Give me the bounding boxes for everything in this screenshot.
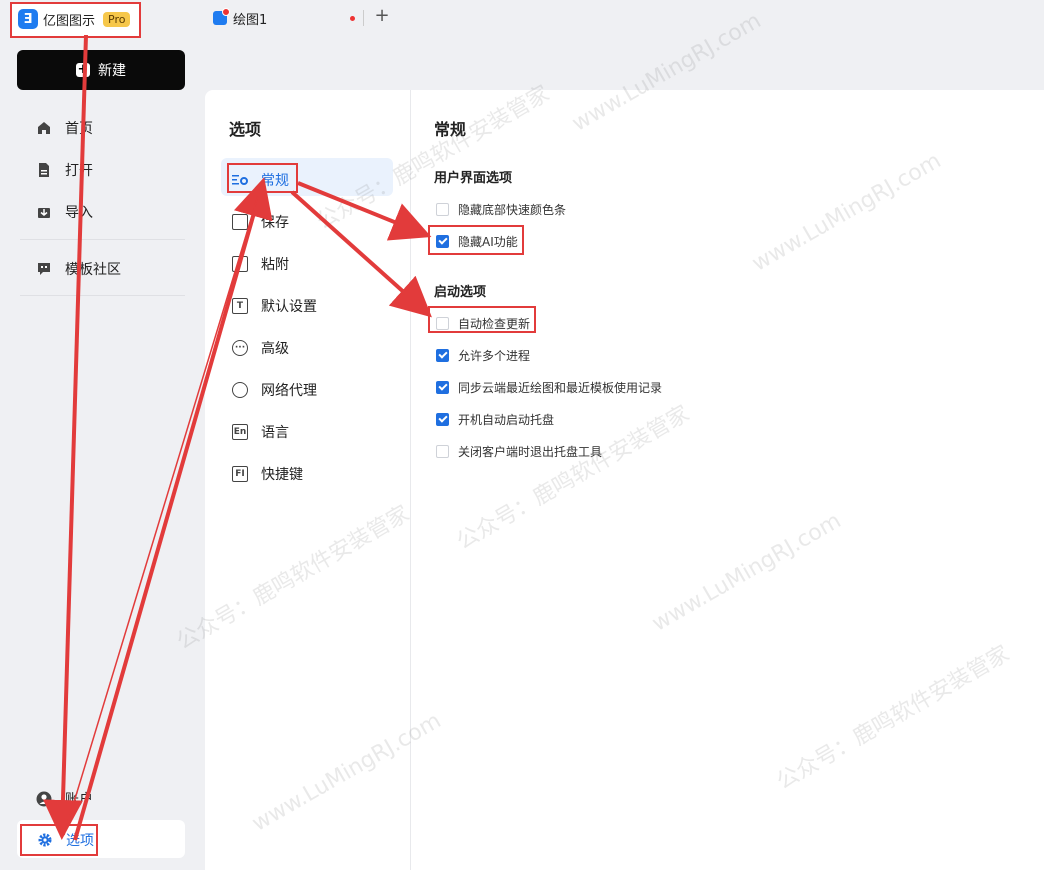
app-home-tab[interactable]: Ǝ 亿图图示 Pro: [10, 2, 140, 36]
category-label: 快捷键: [261, 467, 303, 483]
option-cloud-sync[interactable]: 同步云端最近绘图和最近模板使用记录: [436, 379, 662, 396]
category-advanced[interactable]: ··· 高级: [232, 338, 289, 358]
app-name: 亿图图示: [43, 13, 96, 29]
import-icon: [36, 204, 52, 220]
sidebar-item-import[interactable]: 导入: [36, 202, 93, 222]
community-icon: [36, 261, 52, 277]
new-button-label: 新建: [98, 63, 126, 79]
category-save[interactable]: 保存: [232, 212, 289, 232]
option-hide-color-bar[interactable]: 隐藏底部快速颜色条: [436, 201, 566, 218]
option-label: 隐藏AI功能: [458, 235, 518, 249]
category-network-proxy[interactable]: 网络代理: [232, 380, 317, 400]
option-label: 同步云端最近绘图和最近模板使用记录: [458, 381, 663, 395]
sidebar-item-label: 模板社区: [65, 262, 121, 278]
checkbox-unchecked[interactable]: [436, 317, 449, 330]
language-icon: En: [232, 424, 248, 440]
checkbox-checked[interactable]: [436, 349, 449, 362]
sidebar-item-options[interactable]: 选项: [17, 820, 185, 858]
sidebar-item-community[interactable]: 模板社区: [36, 259, 121, 279]
category-label: 网络代理: [261, 383, 317, 399]
checkbox-unchecked[interactable]: [436, 203, 449, 216]
option-label: 隐藏底部快速颜色条: [458, 203, 567, 217]
option-multi-process[interactable]: 允许多个进程: [436, 347, 530, 364]
option-label: 开机自动启动托盘: [458, 413, 555, 427]
category-label: 粘附: [261, 257, 289, 273]
option-autostart-tray[interactable]: 开机自动启动托盘: [436, 411, 554, 428]
option-exit-tray[interactable]: 关闭客户端时退出托盘工具: [436, 443, 602, 460]
category-label: 高级: [261, 341, 289, 357]
sidebar-item-open[interactable]: 打开: [36, 160, 93, 180]
section-title: 常规: [434, 120, 467, 139]
snap-icon: [232, 256, 248, 272]
sidebar-item-account[interactable]: 账户: [36, 789, 93, 809]
category-snap[interactable]: 粘附: [232, 254, 289, 274]
category-label: 保存: [261, 215, 289, 231]
document-tab-label: 绘图1: [233, 12, 268, 28]
sidebar-item-label: 首页: [65, 121, 93, 137]
avatar-icon: [36, 791, 52, 807]
app-logo-icon: Ǝ: [18, 9, 38, 29]
group-title-startup: 启动选项: [434, 285, 487, 300]
file-icon: [36, 162, 52, 178]
option-hide-ai[interactable]: 隐藏AI功能: [436, 233, 518, 250]
more-icon: ···: [232, 340, 248, 356]
general-icon: [232, 172, 248, 188]
sidebar-divider: [20, 295, 185, 296]
panel-divider: [410, 90, 411, 870]
options-title: 选项: [229, 120, 262, 139]
shortcut-icon: FI: [232, 466, 248, 482]
document-icon: [213, 8, 230, 25]
add-tab-button[interactable]: +: [370, 5, 394, 26]
checkbox-unchecked[interactable]: [436, 445, 449, 458]
sidebar-divider: [20, 239, 185, 240]
plus-icon: +: [76, 62, 90, 77]
save-icon: [232, 214, 248, 230]
new-button[interactable]: + 新建: [17, 50, 185, 90]
checkbox-checked[interactable]: [436, 381, 449, 394]
gear-icon: [37, 832, 53, 848]
category-label: 默认设置: [261, 299, 317, 315]
category-language[interactable]: En 语言: [232, 422, 289, 442]
option-label: 自动检查更新: [458, 317, 531, 331]
category-label: 语言: [261, 425, 289, 441]
category-label: 常规: [261, 173, 289, 189]
globe-icon: [232, 382, 248, 398]
sidebar-item-home[interactable]: 首页: [36, 118, 93, 138]
option-label: 关闭客户端时退出托盘工具: [458, 445, 603, 459]
checkbox-checked[interactable]: [436, 235, 449, 248]
tab-bar: [0, 0, 1044, 34]
home-icon: [36, 120, 52, 136]
sidebar-item-label: 导入: [65, 205, 93, 221]
sidebar-item-label: 选项: [66, 833, 94, 849]
option-auto-update[interactable]: 自动检查更新: [436, 315, 530, 332]
category-general[interactable]: 常规: [232, 170, 289, 190]
text-default-icon: T: [232, 298, 248, 314]
category-shortcuts[interactable]: FI 快捷键: [232, 464, 303, 484]
checkbox-checked[interactable]: [436, 413, 449, 426]
tab-document[interactable]: 绘图1: [205, 4, 365, 32]
group-title-ui: 用户界面选项: [434, 171, 513, 186]
unsaved-dot-icon: [350, 16, 355, 21]
tab-divider: [363, 10, 364, 26]
options-panel: [205, 90, 1044, 870]
sidebar-item-label: 账户: [65, 792, 93, 808]
pro-badge: Pro: [103, 11, 131, 27]
option-label: 允许多个进程: [458, 349, 531, 363]
category-default-settings[interactable]: T 默认设置: [232, 296, 317, 316]
sidebar-item-label: 打开: [65, 163, 93, 179]
